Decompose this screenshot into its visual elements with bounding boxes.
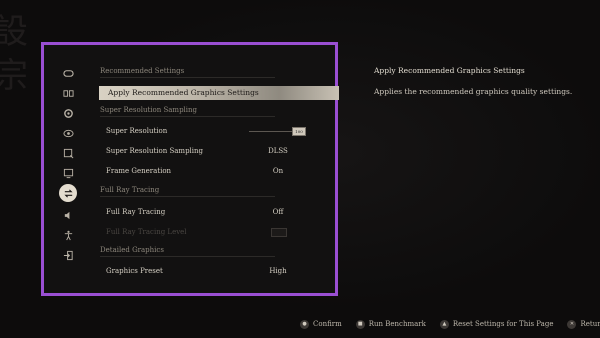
return-hint[interactable]: ✕ Return — [567, 319, 600, 329]
super-resolution-sampling-value[interactable]: DLSS — [258, 147, 298, 155]
category-sidebar — [44, 45, 94, 293]
full-ray-tracing-level-control — [271, 228, 287, 237]
section-full-ray-tracing: Full Ray Tracing — [100, 186, 275, 197]
settings-panel: Recommended Settings Apply Recommended G… — [41, 42, 339, 296]
detail-description: Applies the recommended graphics quality… — [374, 87, 573, 96]
confirm-hint[interactable]: ● Confirm — [300, 319, 342, 329]
exit-icon[interactable] — [59, 246, 77, 264]
gear-icon[interactable] — [59, 104, 77, 122]
section-detailed-graphics: Detailed Graphics — [100, 246, 275, 257]
frame-generation-value[interactable]: On — [258, 167, 298, 175]
reset-button-icon: ▲ — [439, 319, 449, 329]
footer-hints: ● Confirm ■ Run Benchmark ▲ Reset Settin… — [300, 318, 600, 330]
reset-page-label: Reset Settings for This Page — [452, 320, 554, 328]
full-ray-tracing-value[interactable]: Off — [258, 208, 298, 216]
reset-page-hint[interactable]: ▲ Reset Settings for This Page — [439, 319, 554, 329]
confirm-button-icon: ● — [300, 319, 309, 329]
graphics-preset-value[interactable]: High — [258, 267, 298, 275]
super-resolution-slider-track[interactable] — [249, 131, 297, 132]
speaker-icon[interactable] — [59, 206, 77, 224]
search-display-icon[interactable] — [59, 144, 77, 162]
accessibility-icon[interactable] — [59, 226, 77, 244]
detail-title: Apply Recommended Graphics Settings — [374, 66, 525, 75]
super-resolution-slider[interactable]: 100 — [292, 127, 306, 136]
gamepad-icon[interactable] — [59, 64, 77, 82]
full-ray-tracing-level-label: Full Ray Tracing Level — [106, 228, 187, 236]
return-label: Return — [580, 320, 600, 328]
eye-icon[interactable] — [59, 124, 77, 142]
run-benchmark-label: Run Benchmark — [368, 320, 426, 328]
confirm-label: Confirm — [313, 320, 342, 328]
monitor-icon[interactable] — [59, 164, 77, 182]
return-button-icon: ✕ — [567, 319, 577, 329]
run-benchmark-hint[interactable]: ■ Run Benchmark — [355, 319, 426, 329]
graphics-swap-icon[interactable] — [59, 184, 77, 202]
section-super-resolution-sampling: Super Resolution Sampling — [100, 106, 275, 117]
apply-recommended-button[interactable]: Apply Recommended Graphics Settings — [99, 86, 339, 100]
section-recommended-settings: Recommended Settings — [100, 67, 275, 78]
benchmark-button-icon: ■ — [355, 319, 365, 329]
controls-icon[interactable] — [59, 84, 77, 102]
